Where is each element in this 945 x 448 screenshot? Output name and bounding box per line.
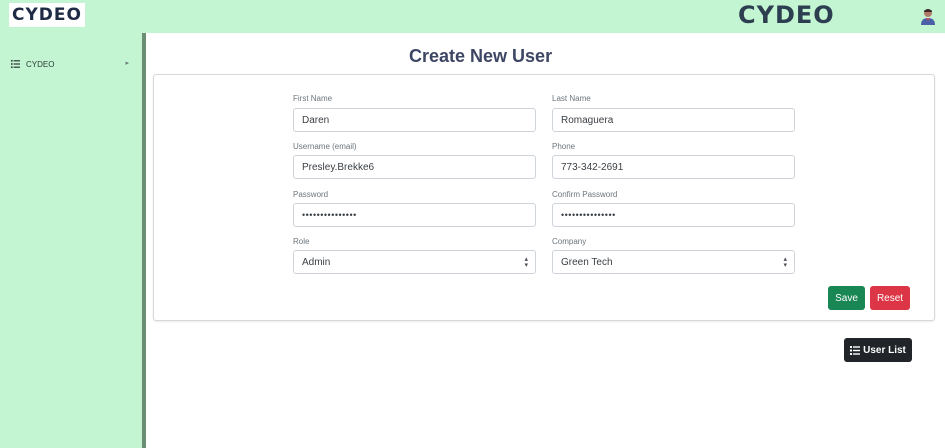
list-icon [850,345,861,355]
top-header: CYDEO CYDEO [0,0,945,33]
user-list-label: User List [863,344,906,356]
first-name-label: First Name [293,94,333,103]
sidebar-item-label: CYDEO [26,59,55,69]
last-name-label: Last Name [552,94,591,103]
company-label: Company [552,237,587,246]
last-name-value: Romaguera [561,114,614,126]
username-field[interactable]: Presley.Brekke6 [293,155,536,179]
username-value: Presley.Brekke6 [302,161,375,173]
list-icon [11,60,20,68]
confirm-password-field[interactable]: ••••••••••••••• [552,203,795,227]
create-user-form-card [153,74,935,321]
reset-button[interactable]: Reset [870,286,910,310]
logo[interactable]: CYDEO [9,3,85,27]
confirm-password-value: ••••••••••••••• [561,210,616,220]
chevron-right-icon: ▸ [125,60,129,67]
password-field[interactable]: ••••••••••••••• [293,203,536,227]
page-title: Create New User [409,46,553,66]
first-name-value: Daren [302,114,330,126]
phone-label: Phone [552,142,576,151]
sidebar [0,33,142,448]
phone-field[interactable]: 773-342-2691 [552,155,795,179]
select-caret-icon: ▴ ▾ [783,256,787,269]
last-name-field[interactable]: Romaguera [552,108,795,132]
role-select[interactable]: Admin ▴ ▾ [293,250,536,274]
role-label: Role [293,237,310,246]
first-name-field[interactable]: Daren [293,108,536,132]
password-label: Password [293,190,329,199]
company-value: Green Tech [561,256,613,268]
confirm-password-label: Confirm Password [552,190,618,199]
username-label: Username (email) [293,142,357,151]
user-avatar-icon[interactable] [920,8,936,25]
logo-text: CYDEO [12,5,82,25]
company-select[interactable]: Green Tech ▴ ▾ [552,250,795,274]
phone-value: 773-342-2691 [561,161,624,173]
save-button[interactable]: Save [828,286,865,310]
brand-title: CYDEO [738,1,835,29]
password-value: ••••••••••••••• [302,210,357,220]
select-caret-icon: ▴ ▾ [524,256,528,269]
sidebar-item-cydeo[interactable]: CYDEO ▸ [11,58,129,70]
role-value: Admin [302,256,331,268]
user-list-button[interactable]: User List [844,338,912,362]
